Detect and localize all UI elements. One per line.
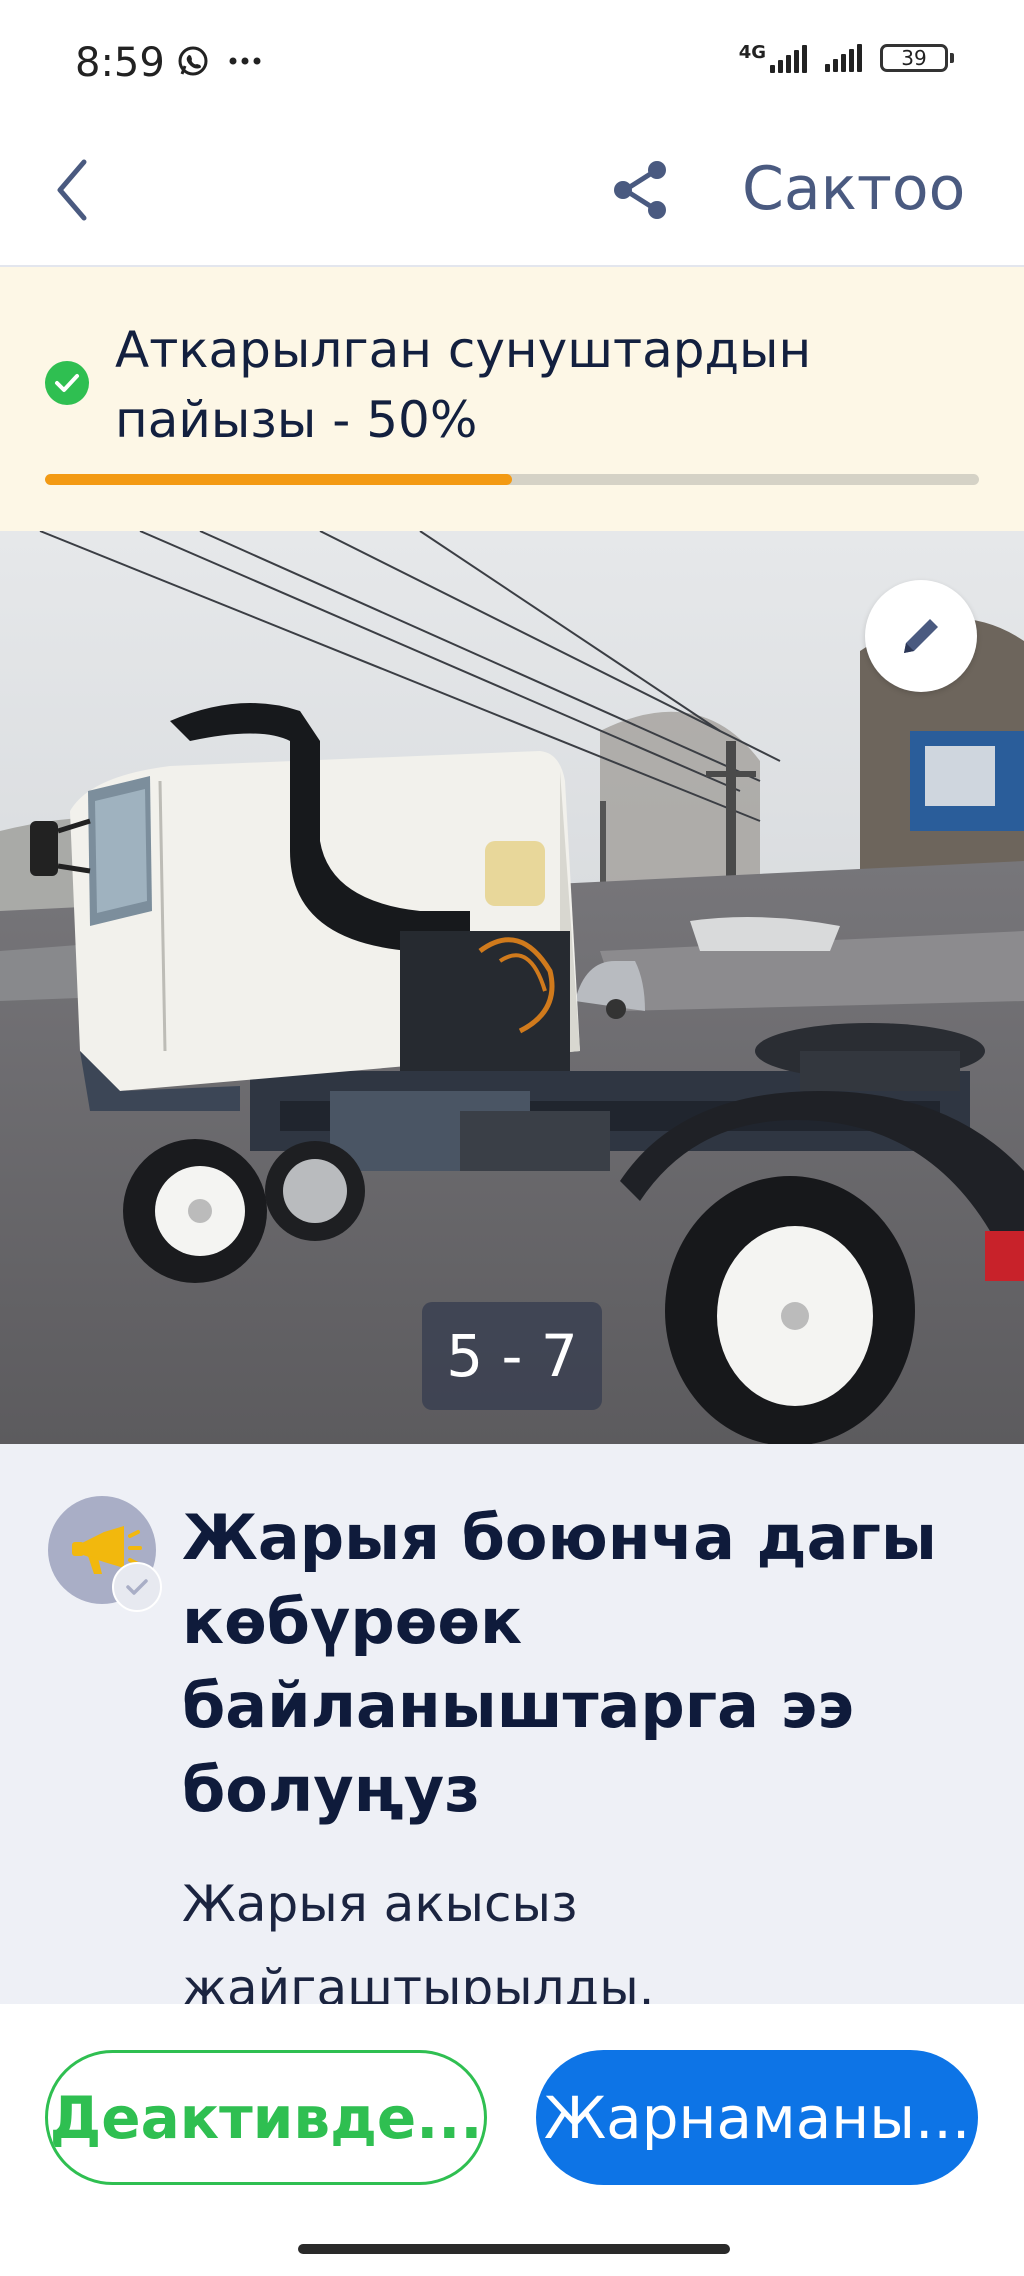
status-right: 4G 39: [739, 42, 954, 73]
promo-title: Жарыя боюнча дагы көбүрөөк байланыштарга…: [182, 1501, 937, 1826]
status-bar: 8:59 4G 39: [0, 0, 1024, 120]
completion-progress-bar: [45, 474, 979, 485]
network-type: 4G: [738, 42, 766, 63]
bottom-action-bar: Деактивде... Жарнаманы...: [0, 2004, 1024, 2276]
check-badge-icon: [112, 1562, 162, 1612]
completion-progress-card: Аткарылган сунуштардын пайызы - 50%: [0, 267, 1024, 531]
check-circle-icon: [45, 361, 89, 405]
promo-section: Жарыя боюнча дагы көбүрөөк байланыштарга…: [0, 1444, 1024, 2017]
more-notifications-icon: [229, 57, 261, 65]
pencil-icon: [904, 619, 938, 653]
share-icon: [614, 160, 666, 219]
signal-icon-1: [770, 45, 807, 73]
battery-icon: 39: [880, 43, 954, 72]
edit-photo-button[interactable]: [865, 580, 977, 692]
home-indicator[interactable]: [298, 2244, 730, 2254]
share-button[interactable]: [605, 152, 675, 227]
app-bar: Сактоо: [0, 120, 1024, 267]
deactivate-button[interactable]: Деактивде...: [45, 2050, 487, 2185]
completion-text: Аткарылган сунуштардын пайызы - 50%: [115, 321, 812, 449]
back-button[interactable]: [52, 150, 112, 230]
advertise-button[interactable]: Жарнаманы...: [536, 2050, 978, 2185]
chevron-left-icon: [57, 159, 87, 221]
signal-icon-2: [825, 43, 862, 72]
save-button[interactable]: Сактоо: [742, 154, 965, 224]
completion-progress-fill: [45, 474, 512, 485]
whatsapp-icon: [178, 46, 208, 76]
notification-icons: [176, 44, 262, 78]
photo-counter: 5 - 7: [422, 1302, 602, 1410]
status-time: 8:59: [75, 40, 165, 86]
battery-level: 39: [901, 45, 927, 70]
